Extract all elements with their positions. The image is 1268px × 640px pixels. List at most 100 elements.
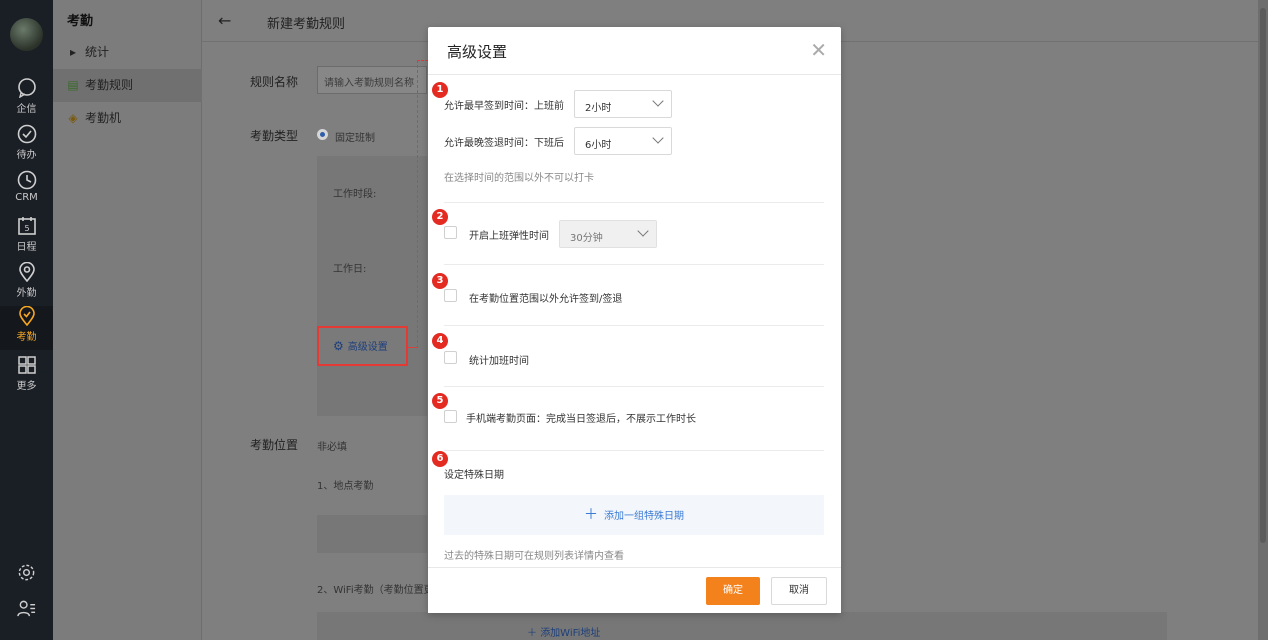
annotation-connector bbox=[417, 60, 418, 348]
dialog-footer: 确定 取消 bbox=[428, 567, 841, 613]
user-list-icon[interactable] bbox=[17, 599, 36, 618]
earliest-checkin-label: 允许最早签到时间：上班前 bbox=[444, 101, 564, 112]
page-title: 新建考勤规则 bbox=[267, 17, 346, 32]
add-wifi-link[interactable]: ＋ 添加WiFi地址 bbox=[527, 624, 600, 639]
select-value: 30分钟 bbox=[570, 233, 603, 244]
add-special-date-button[interactable]: ＋ 添加一组特殊日期 bbox=[444, 495, 824, 535]
add-special-date-label: 添加一组特殊日期 bbox=[604, 511, 684, 522]
section-divider bbox=[444, 325, 824, 326]
gear-icon: ⚙ bbox=[333, 339, 344, 353]
rail-label: CRM bbox=[15, 192, 38, 203]
calendar-icon: 5 bbox=[17, 217, 36, 235]
latest-checkout-label: 允许最晚签退时间：下班后 bbox=[444, 138, 564, 149]
overtime-checkbox[interactable] bbox=[444, 351, 457, 364]
subnav-item-label: 考勤规则 bbox=[85, 78, 134, 92]
attendance-icon bbox=[18, 306, 35, 326]
flex-time-select[interactable]: 30分钟 bbox=[559, 220, 657, 248]
add-wifi-label: 添加WiFi地址 bbox=[540, 628, 601, 639]
rule-name-label: 规则名称 bbox=[250, 75, 299, 89]
outside-range-checkbox[interactable] bbox=[444, 289, 457, 302]
work-period-label: 工作时段: bbox=[333, 189, 377, 200]
section-divider bbox=[444, 264, 824, 265]
scrollbar-thumb[interactable] bbox=[1260, 8, 1266, 543]
flex-time-label: 开启上班弹性时间 bbox=[469, 231, 549, 242]
rail-label: 更多 bbox=[16, 381, 37, 392]
avatar[interactable] bbox=[10, 18, 43, 51]
rail-item-chat[interactable]: 企信 bbox=[0, 78, 53, 122]
check-circle-icon bbox=[17, 124, 36, 144]
rail-item-field[interactable]: 外勤 bbox=[0, 262, 53, 306]
location-pin-icon bbox=[18, 262, 35, 282]
wifi-add-box[interactable] bbox=[317, 612, 1167, 640]
location-option-1: 1、地点考勤 bbox=[317, 481, 374, 492]
chevron-down-icon bbox=[652, 95, 664, 107]
caret-right-icon: ▸ bbox=[69, 45, 77, 59]
attendance-subnav: 考勤 ▸ 统计 ▤ 考勤规则 ◈ 考勤机 bbox=[53, 0, 202, 640]
location-option-2: 2、WiFi考勤（考勤位置更 bbox=[317, 585, 434, 596]
step-badge: 1 bbox=[432, 82, 448, 98]
hide-duration-label: 手机端考勤页面：完成当日签退后，不展示工作时长 bbox=[466, 414, 696, 425]
subnav-item-label: 考勤机 bbox=[85, 111, 122, 125]
latest-checkout-select[interactable]: 6小时 bbox=[574, 127, 672, 155]
flex-time-checkbox[interactable] bbox=[444, 226, 457, 239]
calendar-day-number: 5 bbox=[24, 224, 29, 233]
location-optional-hint: 非必填 bbox=[317, 442, 347, 453]
subnav-item-label: 统计 bbox=[85, 45, 110, 59]
rail-item-calendar[interactable]: 5 日程 bbox=[0, 216, 53, 260]
page-scrollbar[interactable] bbox=[1258, 0, 1268, 640]
rail-label: 考勤 bbox=[16, 332, 37, 343]
plus-icon: ＋ bbox=[527, 628, 541, 639]
type-label: 考勤类型 bbox=[250, 129, 299, 143]
step-badge: 2 bbox=[432, 209, 448, 225]
rail-item-attendance[interactable]: 考勤 bbox=[0, 306, 53, 350]
chevron-down-icon bbox=[637, 225, 649, 237]
step-badge: 4 bbox=[432, 333, 448, 349]
section-divider bbox=[444, 202, 824, 203]
select-value: 2小时 bbox=[585, 103, 612, 114]
chevron-down-icon bbox=[652, 132, 664, 144]
special-dates-hint: 过去的特殊日期可在规则列表详情内查看 bbox=[444, 551, 624, 562]
subnav-item-stats[interactable]: ▸ 统计 bbox=[53, 36, 202, 69]
subnav-item-machine[interactable]: ◈ 考勤机 bbox=[53, 102, 202, 135]
close-icon[interactable]: ✕ bbox=[810, 38, 827, 62]
special-dates-label: 设定特殊日期 bbox=[444, 470, 504, 481]
chat-icon bbox=[17, 78, 36, 98]
select-value: 6小时 bbox=[585, 140, 612, 151]
plus-icon: ＋ bbox=[584, 507, 598, 523]
rail-item-todo[interactable]: 待办 bbox=[0, 124, 53, 168]
checkin-range-hint: 在选择时间的范围以外不可以打卡 bbox=[444, 173, 594, 184]
clipboard-icon: ▤ bbox=[67, 78, 79, 92]
dialog-header: 高级设置 ✕ bbox=[428, 27, 841, 75]
back-arrow-icon[interactable]: ← bbox=[218, 11, 231, 30]
dialog-title: 高级设置 bbox=[447, 43, 508, 61]
grid-icon bbox=[17, 356, 36, 374]
location-placeholder-box bbox=[317, 515, 427, 553]
advanced-settings-label: 高级设置 bbox=[347, 342, 388, 353]
rail-label: 日程 bbox=[16, 242, 37, 253]
clock-icon bbox=[17, 170, 36, 190]
settings-gear-icon[interactable] bbox=[17, 563, 36, 582]
confirm-button[interactable]: 确定 bbox=[706, 577, 760, 605]
rule-name-input[interactable]: 请输入考勤规则名称 bbox=[317, 66, 427, 94]
advanced-settings-dialog: 高级设置 ✕ 1 允许最早签到时间：上班前 2小时 允许最晚签退时间：下班后 6… bbox=[428, 27, 841, 613]
annotation-connector bbox=[417, 60, 428, 61]
rail-label: 待办 bbox=[16, 150, 37, 161]
rail-label: 外勤 bbox=[16, 288, 37, 299]
rail-item-crm[interactable]: CRM bbox=[0, 170, 53, 214]
location-label: 考勤位置 bbox=[250, 438, 299, 452]
hide-duration-checkbox[interactable] bbox=[444, 410, 457, 423]
advanced-settings-button[interactable]: ⚙ 高级设置 bbox=[317, 326, 408, 366]
subnav-title: 考勤 bbox=[67, 14, 94, 29]
rail-item-more[interactable]: 更多 bbox=[0, 355, 53, 399]
subnav-item-rules[interactable]: ▤ 考勤规则 bbox=[53, 69, 202, 102]
machine-icon: ◈ bbox=[68, 111, 78, 125]
overtime-label: 统计加班时间 bbox=[469, 356, 529, 367]
section-divider bbox=[444, 450, 824, 451]
step-badge: 3 bbox=[432, 273, 448, 289]
cancel-button[interactable]: 取消 bbox=[771, 577, 827, 605]
earliest-checkin-select[interactable]: 2小时 bbox=[574, 90, 672, 118]
outside-range-label: 在考勤位置范围以外允许签到/签退 bbox=[469, 294, 623, 305]
fixed-shift-radio[interactable] bbox=[317, 129, 328, 140]
app-rail: 企信 待办 CRM 5 日程 外勤 考勤 更多 bbox=[0, 0, 53, 640]
fixed-shift-label: 固定班制 bbox=[335, 133, 375, 144]
